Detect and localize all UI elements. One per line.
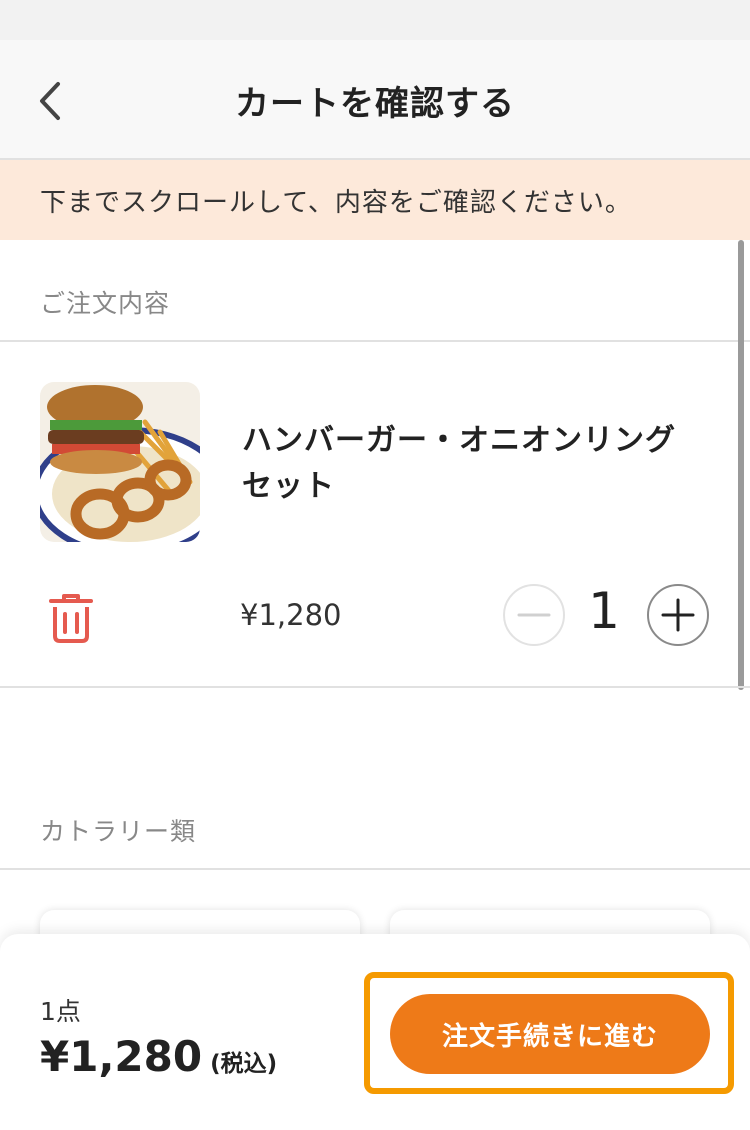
divider [0,868,750,870]
minus-icon [517,613,551,617]
item-name: ハンバーガー・オニオンリングセット [242,423,676,504]
item-price: ¥1,280 [240,598,342,632]
divider [0,340,750,342]
item-image [40,382,200,542]
scrollbar[interactable] [738,240,744,690]
status-strip [0,0,750,40]
trash-icon [49,594,93,643]
decrease-quantity-button[interactable] [503,584,565,646]
plus-icon [661,598,695,632]
cutlery-section-label: カトラリー類 [40,817,197,846]
increase-quantity-button[interactable] [647,584,709,646]
header: カートを確認する [0,40,750,160]
checkout-button[interactable]: 注文手続きに進む [390,994,710,1074]
quantity-value: 1 [588,582,620,640]
item-count: 1点 [40,997,81,1026]
scroll-notice: 下までスクロールして、内容をご確認ください。 [0,160,750,240]
total-price: ¥1,280 [40,1032,203,1081]
order-section-label: ご注文内容 [40,289,171,318]
checkout-footer: 1点 ¥1,280 (税込) 注文手続きに進む [0,934,750,1130]
divider [0,686,750,688]
page-title: カートを確認する [235,84,515,124]
tax-note: (税込) [210,1051,278,1077]
delete-item-button[interactable] [48,592,94,644]
notice-text: 下までスクロールして、内容をご確認ください。 [40,188,632,218]
total-row: ¥1,280 (税込) [40,1032,277,1081]
burger-image [40,382,200,542]
